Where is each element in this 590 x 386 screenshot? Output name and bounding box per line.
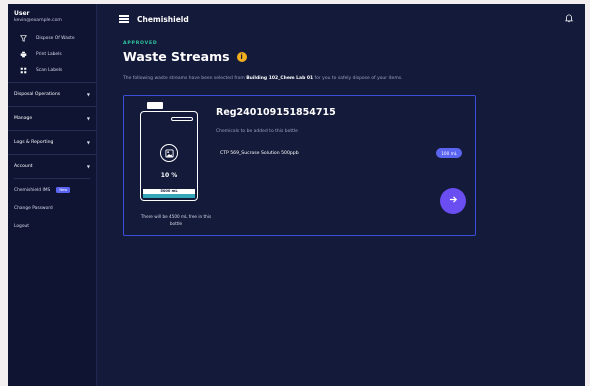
stream-id: Reg240109151854715 [216, 107, 336, 118]
page-content: APPROVED Waste Streams i The following w… [97, 34, 585, 88]
page-title: Waste Streams [123, 49, 230, 64]
filter-icon [18, 34, 28, 42]
sidebar: User kevin@example.com Dispose Of Waste … [8, 4, 97, 386]
stream-subtitle: Chemicals to be added to this bottle [216, 129, 298, 134]
title-row: Waste Streams i [123, 49, 559, 64]
top-bar: Chemishield [97, 4, 585, 34]
waste-stream-card: 10 % 5000 mL There will be 4500 mL free … [123, 95, 476, 236]
fill-bar [143, 194, 195, 198]
arrow-right-icon [449, 195, 458, 207]
chevron-down-icon: ▼ [86, 116, 90, 121]
chevron-down-icon: ▼ [86, 92, 90, 97]
sidebar-item-label: Scan Labels [36, 67, 63, 73]
bell-icon[interactable] [565, 13, 573, 25]
chevron-down-icon: ▼ [86, 164, 90, 169]
page-description: The following waste streams have been se… [123, 76, 559, 81]
sidebar-section-manage[interactable]: Manage ▼ [8, 106, 96, 130]
sidebar-link-change-password[interactable]: Change Password [8, 199, 96, 217]
sidebar-link-chemishield-ims[interactable]: Chemishield IMS New [8, 181, 96, 199]
user-name: User [14, 10, 30, 17]
link-label: Logout [14, 223, 30, 229]
section-label: Manage [14, 116, 33, 121]
desc-before: The following waste streams have been se… [123, 76, 247, 81]
status-label: APPROVED [123, 41, 158, 46]
bottle-cap [147, 102, 163, 109]
bottle-handle [171, 117, 193, 121]
fill-level: 5000 mL [143, 189, 195, 198]
main-content: Chemishield APPROVED Waste Streams i The… [97, 4, 585, 386]
top-bar-left: Chemishield [119, 14, 189, 25]
bottle-body: 10 % 5000 mL [140, 111, 198, 201]
printer-icon [18, 51, 28, 58]
sidebar-item-label: Dispose Of Waste [36, 35, 75, 41]
sidebar-section-account[interactable]: Account ▼ [8, 154, 96, 178]
user-block: User kevin@example.com [8, 10, 96, 30]
fill-percent: 10 % [160, 172, 178, 179]
chemical-name: CTP 569_Sucrose Solution 500ppb [220, 151, 299, 156]
image-icon [160, 144, 178, 162]
sidebar-item-print-labels[interactable]: Print Labels [8, 46, 96, 62]
info-icon[interactable]: i [236, 51, 247, 62]
sidebar-item-label: Print Labels [36, 51, 62, 57]
section-label: Account [14, 164, 33, 169]
hamburger-icon[interactable] [119, 14, 129, 25]
section-label: Disposal Operations [14, 92, 61, 97]
sidebar-section-disposal-operations[interactable]: Disposal Operations ▼ [8, 82, 96, 106]
sidebar-section-logs-reporting[interactable]: Logs & Reporting ▼ [8, 130, 96, 154]
link-label: Change Password [14, 205, 53, 211]
amount-badge: 100 mL [436, 148, 462, 158]
new-badge: New [56, 187, 71, 193]
sidebar-item-dispose-of-waste[interactable]: Dispose Of Waste [8, 30, 96, 46]
user-email: kevin@example.com [14, 18, 62, 23]
desc-after: for you to safely dispose of your items. [313, 76, 403, 81]
link-label: Chemishield IMS [14, 187, 51, 193]
bottle-note: There will be 4500 mL free in this bottl… [140, 214, 212, 226]
barcode-icon [18, 67, 28, 74]
section-label: Logs & Reporting [14, 140, 54, 145]
app-window: User kevin@example.com Dispose Of Waste … [8, 4, 585, 386]
sidebar-link-logout[interactable]: Logout [8, 217, 96, 235]
chevron-down-icon: ▼ [86, 140, 90, 145]
proceed-button[interactable] [440, 188, 466, 214]
app-title: Chemishield [137, 14, 189, 24]
sidebar-item-scan-labels[interactable]: Scan Labels [8, 62, 96, 78]
location-name: Building 102_Chem Lab 01 [246, 76, 314, 81]
